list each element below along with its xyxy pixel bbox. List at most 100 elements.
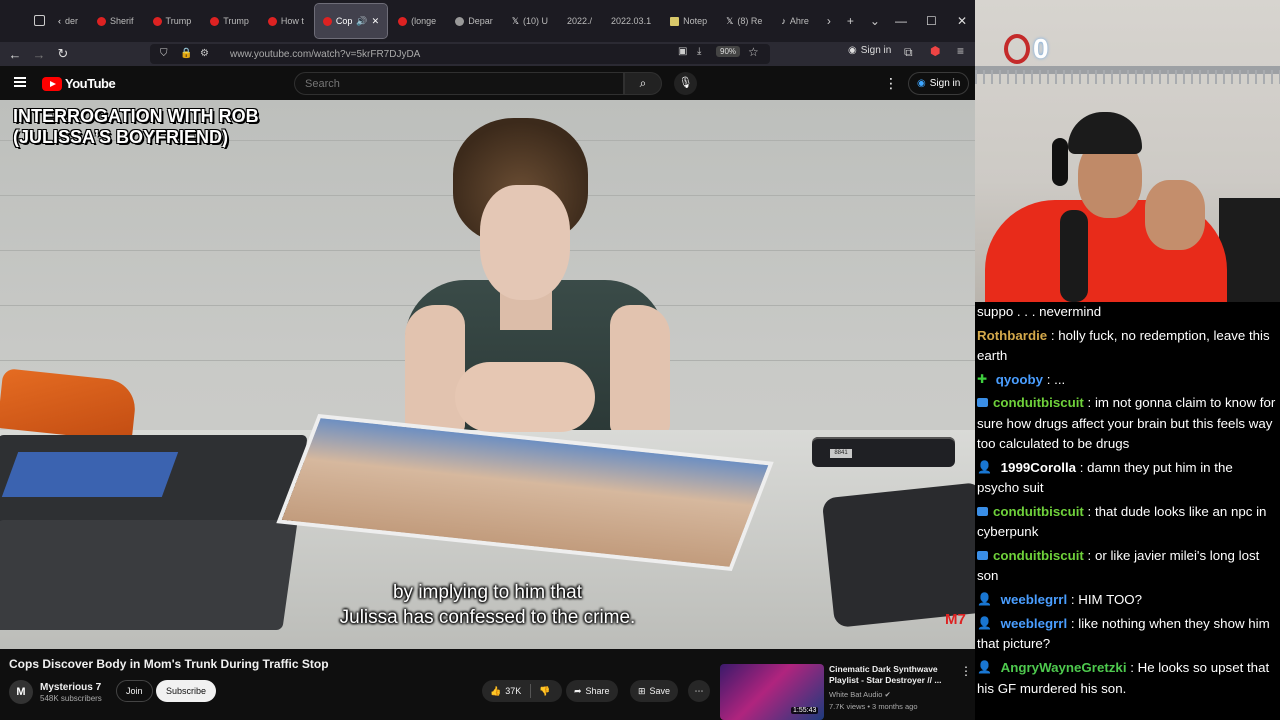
extensions-icon[interactable]: ⧉ [904, 45, 913, 60]
url-bar[interactable]: ⛉ 🔒 ⚙ www.youtube.com/watch?v=5krFR7DJyD… [150, 44, 770, 64]
video-player[interactable]: 8841 INTERROGATION WITH ROB (JULISSA’S B… [0, 100, 975, 649]
user-badge-icon: 👤 [977, 592, 992, 607]
hamburger-menu-icon[interactable] [14, 77, 26, 87]
browser-tab[interactable]: ‹ der [50, 4, 86, 38]
lock-icon[interactable]: 🔒 [180, 48, 192, 59]
forward-icon[interactable]: → [27, 47, 51, 62]
url-text[interactable]: www.youtube.com/watch?v=5krFR7DJyDA [230, 49, 420, 60]
chat-username[interactable]: conduitbiscuit [993, 548, 1084, 563]
chat-username[interactable]: 1999Corolla [1001, 460, 1076, 475]
chat-message: conduitbiscuit : im not gonna claim to k… [977, 393, 1278, 455]
more-actions-button[interactable]: ⋯ [688, 680, 710, 702]
search-icon: ⌕ [639, 76, 647, 90]
browser-tab[interactable]: How t [260, 4, 312, 38]
chat-username[interactable]: conduitbiscuit [993, 504, 1084, 519]
browser-tab[interactable]: Trump [145, 4, 200, 38]
youtube-sign-in-button[interactable]: ◉ Sign in [908, 72, 970, 95]
browser-tab[interactable]: Sherif [89, 4, 142, 38]
subscribe-button[interactable]: Subscribe [156, 680, 217, 702]
browser-tab[interactable]: ♪ Ahre [773, 4, 817, 38]
youtube-favicon-icon [97, 16, 107, 26]
channel-avatar[interactable]: M [9, 680, 33, 704]
tiktok-favicon-icon: ♪ [781, 16, 786, 26]
join-button[interactable]: Join [116, 680, 153, 702]
browser-tab[interactable]: Notep [662, 4, 715, 38]
subscriber-badge-icon [977, 550, 988, 560]
new-tab-icon[interactable]: + [841, 14, 860, 28]
account-icon: ◉ [848, 45, 857, 56]
download-icon[interactable]: ⤓ [697, 46, 701, 57]
save-button[interactable]: ⊞ Save [630, 680, 679, 702]
close-window-icon[interactable]: ✕ [957, 14, 967, 28]
chat-username[interactable]: weeblegrrl [1001, 592, 1068, 607]
thumbs-up-icon[interactable]: 👍 [490, 686, 501, 697]
chat-message: Rothbardie : holly fuck, no redemption, … [977, 326, 1278, 367]
voice-search-button[interactable]: 🎙 [674, 72, 697, 95]
share-icon: ➦ [574, 685, 582, 696]
browser-tab[interactable]: Trump [202, 4, 257, 38]
chat-message: 👤 weeblegrrl : HIM TOO? [977, 590, 1278, 611]
youtube-logo[interactable]: YouTube [42, 76, 116, 91]
chat-username[interactable]: conduitbiscuit [993, 395, 1084, 410]
recommended-channel[interactable]: White Bat Audio ✔ [829, 690, 891, 699]
browser-sign-in[interactable]: ◉ Sign in [848, 45, 891, 56]
reload-icon[interactable]: ↻ [51, 46, 75, 62]
maximize-icon[interactable]: ☐ [926, 14, 937, 28]
browser-tab[interactable]: 𝕏 (8) Re [718, 4, 770, 38]
recommended-channel-name: White Bat Audio [829, 690, 883, 699]
bookmark-star-icon[interactable]: ☆ [748, 45, 759, 59]
user-badge-icon: 👤 [977, 615, 992, 630]
share-button[interactable]: ➦ Share [566, 680, 618, 702]
like-count[interactable]: 37K [505, 686, 521, 696]
audio-icon[interactable]: 🔊 [356, 16, 367, 27]
chevron-left-icon[interactable]: ‹ [58, 16, 61, 26]
permissions-icon[interactable]: ⚙ [200, 48, 209, 59]
dark-cabinet [1219, 198, 1280, 302]
tab-list: ‹ der Sherif Trump Trump How t Cop 🔊 ✕ (longe Depa… [50, 3, 817, 39]
minimize-icon[interactable]: — [895, 14, 907, 28]
more-horizontal-icon: ⋯ [694, 685, 704, 696]
search-button[interactable]: ⌕ [624, 72, 662, 95]
more-options-icon[interactable]: ⋮ [884, 75, 898, 92]
streamer-hand [1145, 180, 1205, 250]
chat-username[interactable]: weeblegrrl [1001, 616, 1068, 631]
channel-watermark[interactable]: M7 [945, 611, 966, 628]
suspect-arm [405, 305, 465, 435]
save-playlist-icon: ⊞ [638, 685, 646, 696]
chat-username[interactable]: qyooby [996, 372, 1043, 387]
notepad-favicon-icon [670, 16, 680, 26]
back-icon[interactable]: ← [3, 47, 27, 62]
search-input[interactable] [294, 72, 624, 95]
browser-tab[interactable]: Depar [447, 4, 501, 38]
adblock-icon[interactable]: ⬢ [930, 44, 940, 58]
chat-username[interactable]: Rothbardie [977, 328, 1047, 343]
chat-username[interactable]: AngryWayneGretzki [1001, 660, 1127, 675]
thumbs-down-icon[interactable]: 👎 [539, 686, 550, 697]
picture-in-picture-icon[interactable]: ▣ [678, 46, 687, 57]
tab-overview-icon[interactable] [34, 15, 45, 26]
browser-tab[interactable]: 2022./ [559, 4, 600, 38]
browser-tab[interactable]: 2022.03.1 [603, 4, 659, 38]
suspect-arm [610, 305, 670, 435]
recommended-title[interactable]: Cinematic Dark Synthwave Playlist - Star… [829, 664, 959, 686]
shield-icon[interactable]: ⛉ [160, 48, 168, 59]
subscriber-badge-icon [977, 506, 988, 516]
youtube-favicon-icon [267, 16, 277, 26]
close-tab-icon[interactable]: ✕ [372, 16, 380, 27]
chevron-down-icon[interactable]: ⌄ [864, 14, 886, 28]
chevron-right-icon[interactable]: › [821, 14, 837, 28]
tab-label: der [65, 16, 79, 26]
browser-tab[interactable]: Cop 🔊 ✕ [313, 3, 389, 39]
channel-name[interactable]: Mysterious 7 [40, 682, 101, 693]
chat-message: 👤 1999Corolla : damn they put him in the… [977, 458, 1278, 499]
browser-tab[interactable]: 𝕏 (10) U [504, 4, 556, 38]
browser-tab[interactable]: (longe [390, 4, 444, 38]
zoom-level[interactable]: 90% [716, 46, 741, 57]
youtube-favicon-icon [322, 16, 332, 26]
menu-icon[interactable]: ≡ [957, 44, 964, 58]
tab-label: Sherif [110, 16, 134, 26]
chat-text: : HIM TOO? [1067, 591, 1143, 607]
subscriber-badge-icon [977, 398, 988, 408]
site-favicon-icon [455, 16, 465, 26]
recommended-menu-icon[interactable]: ⋮ [960, 664, 972, 678]
